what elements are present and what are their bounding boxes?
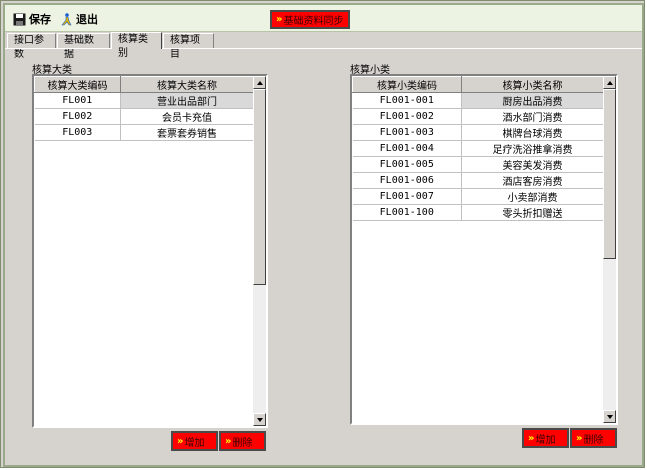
table-row[interactable]: FL001-100 零头折扣赠送	[352, 204, 604, 221]
minor-delete-button[interactable]: » 删除	[570, 428, 617, 448]
double-chevron-icon: »	[177, 435, 184, 447]
major-vertical-scrollbar[interactable]	[253, 76, 266, 426]
minor-code-cell[interactable]: FL001-007	[352, 188, 462, 205]
minor-name-cell[interactable]: 酒水部门消费	[461, 108, 604, 125]
scroll-down-button[interactable]	[253, 413, 266, 426]
double-chevron-icon: »	[528, 432, 535, 444]
scroll-up-button[interactable]	[603, 76, 616, 89]
minor-category-table: 核算小类编码 核算小类名称 FL001-001 厨房出品消费 FL001-002…	[352, 76, 604, 221]
table-row[interactable]: FL001-007 小卖部消费	[352, 188, 604, 205]
column-header[interactable]: 核算小类编码	[352, 76, 462, 93]
column-header[interactable]: 核算大类名称	[120, 76, 254, 93]
scroll-down-button[interactable]	[603, 410, 616, 423]
arrow-down-icon	[257, 418, 263, 422]
minor-code-cell[interactable]: FL001-004	[352, 140, 462, 157]
scroll-thumb[interactable]	[253, 89, 266, 285]
add-label: 增加	[535, 434, 556, 446]
tab-accounting-category[interactable]: 核算类别	[111, 32, 162, 59]
minor-category-grid[interactable]: 核算小类编码 核算小类名称 FL001-001 厨房出品消费 FL001-002…	[350, 74, 618, 425]
major-add-button[interactable]: » 增加	[171, 431, 218, 451]
scroll-up-button[interactable]	[253, 76, 266, 89]
minor-name-cell[interactable]: 厨房出品消费	[461, 92, 604, 109]
minor-name-cell[interactable]: 零头折扣赠送	[461, 204, 604, 221]
major-name-cell[interactable]: 套票套券销售	[120, 124, 254, 141]
scroll-thumb[interactable]	[603, 89, 616, 259]
minor-name-cell[interactable]: 足疗洗浴推拿消费	[461, 140, 604, 157]
table-row[interactable]: FL003 套票套券销售	[34, 124, 254, 141]
minor-code-cell[interactable]: FL001-003	[352, 124, 462, 141]
double-chevron-icon: »	[276, 14, 283, 25]
sync-base-data-button[interactable]: » 基础资料同步	[270, 10, 350, 29]
minor-name-cell[interactable]: 棋牌台球消费	[461, 124, 604, 141]
major-delete-button[interactable]: » 删除	[219, 431, 266, 451]
arrow-up-icon	[257, 81, 263, 85]
exit-icon	[60, 12, 73, 26]
column-header[interactable]: 核算大类编码	[34, 76, 121, 93]
major-name-cell[interactable]: 营业出品部门	[120, 92, 254, 109]
minor-name-cell[interactable]: 美容美发消费	[461, 156, 604, 173]
minor-code-cell[interactable]: FL001-006	[352, 172, 462, 189]
save-button[interactable]: 保存	[13, 11, 51, 27]
table-row[interactable]: FL001-001 厨房出品消费	[352, 92, 604, 109]
double-chevron-icon: »	[576, 432, 583, 444]
table-row[interactable]: FL001-003 棋牌台球消费	[352, 124, 604, 141]
column-header[interactable]: 核算小类名称	[461, 76, 604, 93]
table-row[interactable]: FL001-002 酒水部门消费	[352, 108, 604, 125]
minor-code-cell[interactable]: FL001-001	[352, 92, 462, 109]
table-row[interactable]: FL001-004 足疗洗浴推拿消费	[352, 140, 604, 157]
tab-interface-params[interactable]: 接口参数	[7, 33, 56, 60]
save-icon	[13, 13, 26, 26]
arrow-up-icon	[607, 81, 613, 85]
major-code-cell[interactable]: FL003	[34, 124, 121, 141]
major-category-table: 核算大类编码 核算大类名称 FL001 营业出品部门 FL002 会员卡充值 F…	[34, 76, 254, 141]
table-row[interactable]: FL001-006 酒店客房消费	[352, 172, 604, 189]
toolbar: 保存 退出 » 基础资料同步	[5, 5, 642, 32]
minor-code-cell[interactable]: FL001-100	[352, 204, 462, 221]
minor-vertical-scrollbar[interactable]	[603, 76, 616, 423]
tab-panel: 核算大类 核算大类编码 核算大类名称 FL001 营业出品部门 FL002 会员…	[5, 48, 642, 465]
save-label: 保存	[29, 13, 51, 26]
minor-code-cell[interactable]: FL001-005	[352, 156, 462, 173]
sync-label: 基础资料同步	[283, 16, 344, 27]
major-code-cell[interactable]: FL001	[34, 92, 121, 109]
arrow-down-icon	[607, 415, 613, 419]
table-row[interactable]: FL001-005 美容美发消费	[352, 156, 604, 173]
exit-button[interactable]: 退出	[60, 11, 98, 27]
table-header-row: 核算大类编码 核算大类名称	[34, 76, 254, 93]
minor-name-cell[interactable]: 小卖部消费	[461, 188, 604, 205]
table-row[interactable]: FL001 营业出品部门	[34, 92, 254, 109]
major-category-grid[interactable]: 核算大类编码 核算大类名称 FL001 营业出品部门 FL002 会员卡充值 F…	[32, 74, 268, 428]
tab-accounting-item[interactable]: 核算项目	[163, 33, 214, 60]
delete-label: 删除	[583, 434, 604, 446]
main-window: 保存 退出 » 基础资料同步 接口参数 基础数据 核算类别 核算项目 核算大类	[0, 0, 645, 468]
major-name-cell[interactable]: 会员卡充值	[120, 108, 254, 125]
tab-bar: 接口参数 基础数据 核算类别 核算项目	[5, 32, 642, 60]
table-row[interactable]: FL002 会员卡充值	[34, 108, 254, 125]
minor-name-cell[interactable]: 酒店客房消费	[461, 172, 604, 189]
delete-label: 删除	[232, 437, 253, 449]
double-chevron-icon: »	[225, 435, 232, 447]
add-label: 增加	[184, 437, 205, 449]
minor-code-cell[interactable]: FL001-002	[352, 108, 462, 125]
minor-add-button[interactable]: » 增加	[522, 428, 569, 448]
tab-base-data[interactable]: 基础数据	[57, 33, 110, 60]
major-code-cell[interactable]: FL002	[34, 108, 121, 125]
table-header-row: 核算小类编码 核算小类名称	[352, 76, 604, 93]
exit-label: 退出	[76, 13, 98, 26]
